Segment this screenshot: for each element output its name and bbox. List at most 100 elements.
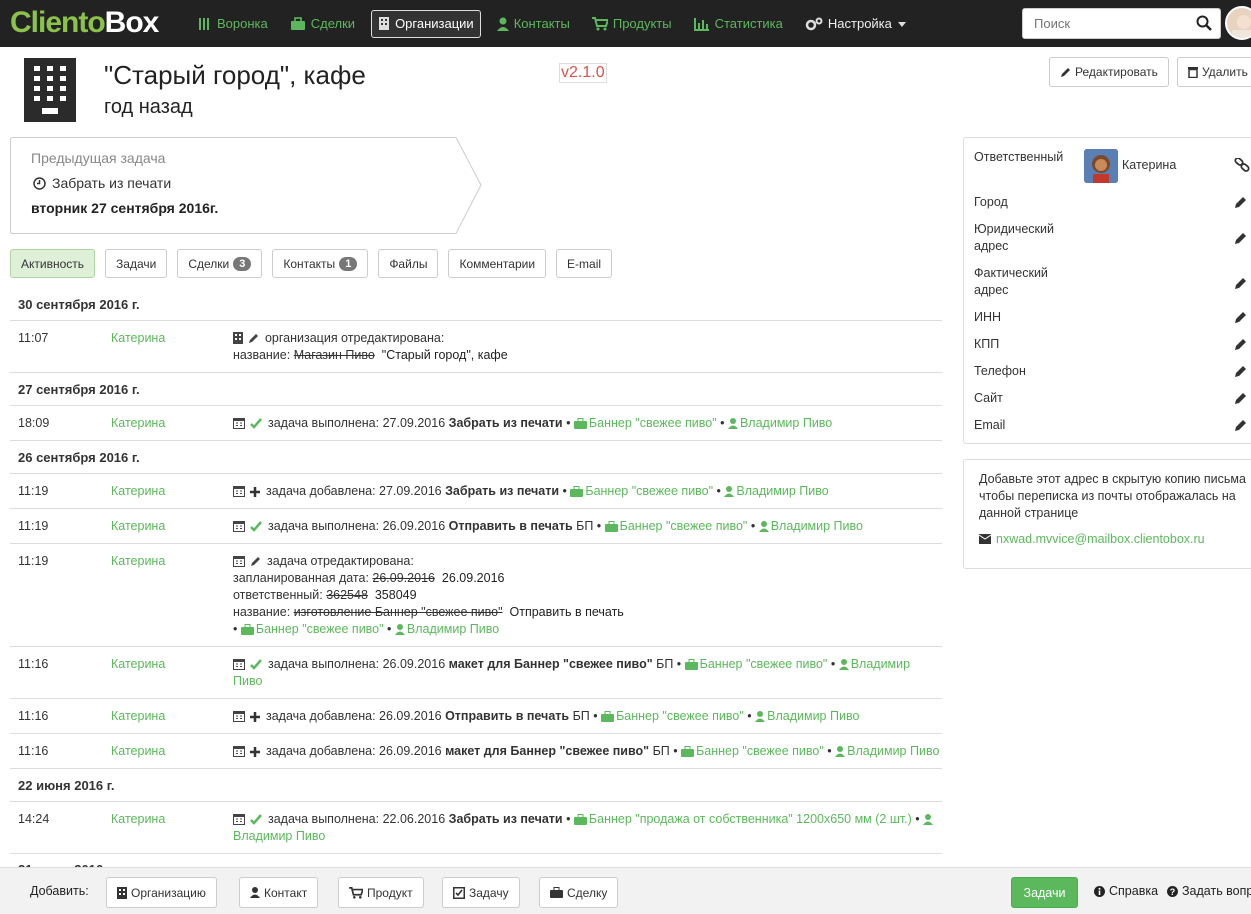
add-contact-button[interactable]: Контакт [239, 877, 319, 908]
contact-link[interactable]: Владимир Пиво [771, 519, 863, 533]
deal-link[interactable]: Баннер "свежее пиво" [620, 519, 748, 533]
pencil-icon[interactable] [1234, 392, 1247, 405]
briefcase-icon [570, 486, 584, 497]
top-navbar: ClientoBox Воронка Сделки Организации Ко… [0, 0, 1251, 47]
bottom-toolbar: Добавить: Организацию Контакт Продукт За… [0, 867, 1251, 914]
mailbox-panel: Добавьте этот адрес в скрытую копию пись… [963, 459, 1251, 569]
tasks-button[interactable]: Задачи [1011, 877, 1078, 908]
nav-item-deals[interactable]: Сделки [284, 10, 361, 38]
version-label: v2.1.0 [559, 63, 607, 83]
pencil-icon[interactable] [1234, 232, 1247, 245]
cart-icon [591, 16, 608, 30]
nav-item-label: Настройка [827, 16, 892, 31]
caret-down-icon [897, 21, 906, 27]
responsible-name[interactable]: Катерина [1122, 158, 1176, 172]
calendar-icon [233, 418, 245, 429]
date-header: 26 сентября 2016 г. [10, 441, 942, 474]
contact-link[interactable]: Владимир Пиво [767, 709, 859, 723]
search-input[interactable] [1023, 9, 1183, 38]
user-link[interactable]: Катерина [111, 708, 233, 725]
tab-comments[interactable]: Комментарии [448, 249, 547, 278]
contact-link[interactable]: Владимир Пиво [407, 622, 499, 636]
pencil-icon[interactable] [1234, 338, 1247, 351]
page-subtitle: год назад [104, 96, 193, 118]
nav-item-organizations[interactable]: Организации [371, 9, 481, 38]
feed-row: 11:16 Катерина задача добавлена: 26.09.2… [10, 699, 942, 734]
feed-row: 11:16 Катерина задача выполнена: 26.09.2… [10, 647, 942, 699]
nav-item-contacts[interactable]: Контакты [491, 10, 576, 38]
pencil-icon[interactable] [1234, 419, 1247, 432]
add-deal-button[interactable]: Сделку [539, 877, 619, 908]
deal-link[interactable]: Баннер "свежее пиво" [616, 709, 744, 723]
contact-link[interactable]: Владимир Пиво [847, 744, 939, 758]
clock-icon [33, 176, 46, 190]
nav-item-products[interactable]: Продукты [586, 10, 678, 38]
briefcase-icon [601, 711, 615, 722]
plus-icon [250, 747, 261, 757]
tab-contacts[interactable]: Контакты 1 [272, 249, 369, 278]
add-product-button[interactable]: Продукт [338, 877, 424, 908]
user-link[interactable]: Катерина [111, 330, 233, 364]
deal-link[interactable]: Баннер "свежее пиво" [696, 744, 824, 758]
contact-link[interactable]: Владимир Пиво [233, 829, 325, 843]
field-city: Город [974, 195, 1008, 209]
deal-link[interactable]: Баннер "свежее пиво" [700, 657, 828, 671]
help-link[interactable]: Справка [1094, 884, 1158, 898]
edit-label: Редактировать [1075, 65, 1158, 79]
ask-question-link[interactable]: ? Задать вопрос [1167, 884, 1251, 898]
feed-row: 11:19 Катерина задача отредактирована: з… [10, 544, 942, 647]
edit-button[interactable]: Редактировать [1049, 57, 1169, 87]
date-header: 22 июня 2016 г. [10, 769, 942, 802]
time: 11:19 [18, 484, 49, 498]
field-kpp: КПП [974, 337, 1000, 351]
nav-item-statistics[interactable]: Статистика [688, 10, 789, 38]
contact-link[interactable]: Владимир Пиво [740, 416, 832, 430]
add-task-button[interactable]: Задачу [442, 877, 520, 908]
pencil-icon[interactable] [1234, 365, 1247, 378]
pencil-icon[interactable] [1234, 277, 1247, 290]
mailbox-address[interactable]: nxwad.mvvice@mailbox.clientobox.ru [979, 532, 1205, 546]
deal-link[interactable]: Баннер "свежее пиво" [585, 484, 713, 498]
previous-task-card[interactable]: Предыдущая задача Забрать из печати втор… [10, 137, 482, 234]
contact-link[interactable]: Владимир Пиво [736, 484, 828, 498]
pencil-icon [1061, 67, 1070, 77]
link-icon[interactable] [1234, 158, 1250, 172]
field-actual-address: Фактический адрес [974, 266, 1048, 297]
user-link[interactable]: Катерина [111, 415, 233, 432]
nav-item-settings[interactable]: Настройка [799, 10, 918, 38]
add-label: Добавить: [30, 884, 89, 898]
tab-tasks[interactable]: Задачи [105, 249, 168, 278]
nav-item-funnel[interactable]: Воронка [192, 10, 274, 38]
tab-activity[interactable]: Активность [10, 249, 96, 278]
briefcase-icon [681, 746, 695, 757]
time: 14:24 [18, 812, 50, 826]
search-icon[interactable] [1196, 15, 1212, 31]
building-icon [379, 17, 390, 30]
deal-link[interactable]: Баннер "свежее пиво" [589, 416, 717, 430]
tab-files[interactable]: Файлы [378, 249, 439, 278]
tab-email[interactable]: E-mail [556, 249, 613, 278]
deal-link[interactable]: Баннер "продажа от собственника" 1200x65… [589, 812, 912, 826]
tab-deals[interactable]: Сделки 3 [177, 249, 263, 278]
briefcase-icon [604, 521, 618, 532]
delete-button[interactable]: Удалить [1177, 57, 1251, 87]
chart-icon [693, 17, 709, 31]
user-icon [923, 814, 934, 825]
user-link[interactable]: Катерина [111, 483, 233, 500]
user-link[interactable]: Катерина [111, 656, 233, 690]
user-link[interactable]: Катерина [111, 518, 233, 535]
briefcase-icon [684, 659, 698, 670]
user-link[interactable]: Катерина [111, 553, 233, 638]
logo[interactable]: ClientoBox [10, 6, 159, 40]
add-organization-button[interactable]: Организацию [106, 877, 217, 908]
pencil-icon[interactable] [1234, 196, 1247, 209]
plus-icon [250, 487, 261, 497]
user-link[interactable]: Катерина [111, 743, 233, 760]
user-icon [496, 17, 509, 31]
user-link[interactable]: Катерина [111, 811, 233, 845]
user-avatar[interactable] [1225, 6, 1251, 40]
nav-item-label: Контакты [513, 16, 570, 31]
pencil-icon[interactable] [1234, 311, 1247, 324]
avatar [1084, 149, 1118, 183]
deal-link[interactable]: Баннер "свежее пиво" [256, 622, 384, 636]
